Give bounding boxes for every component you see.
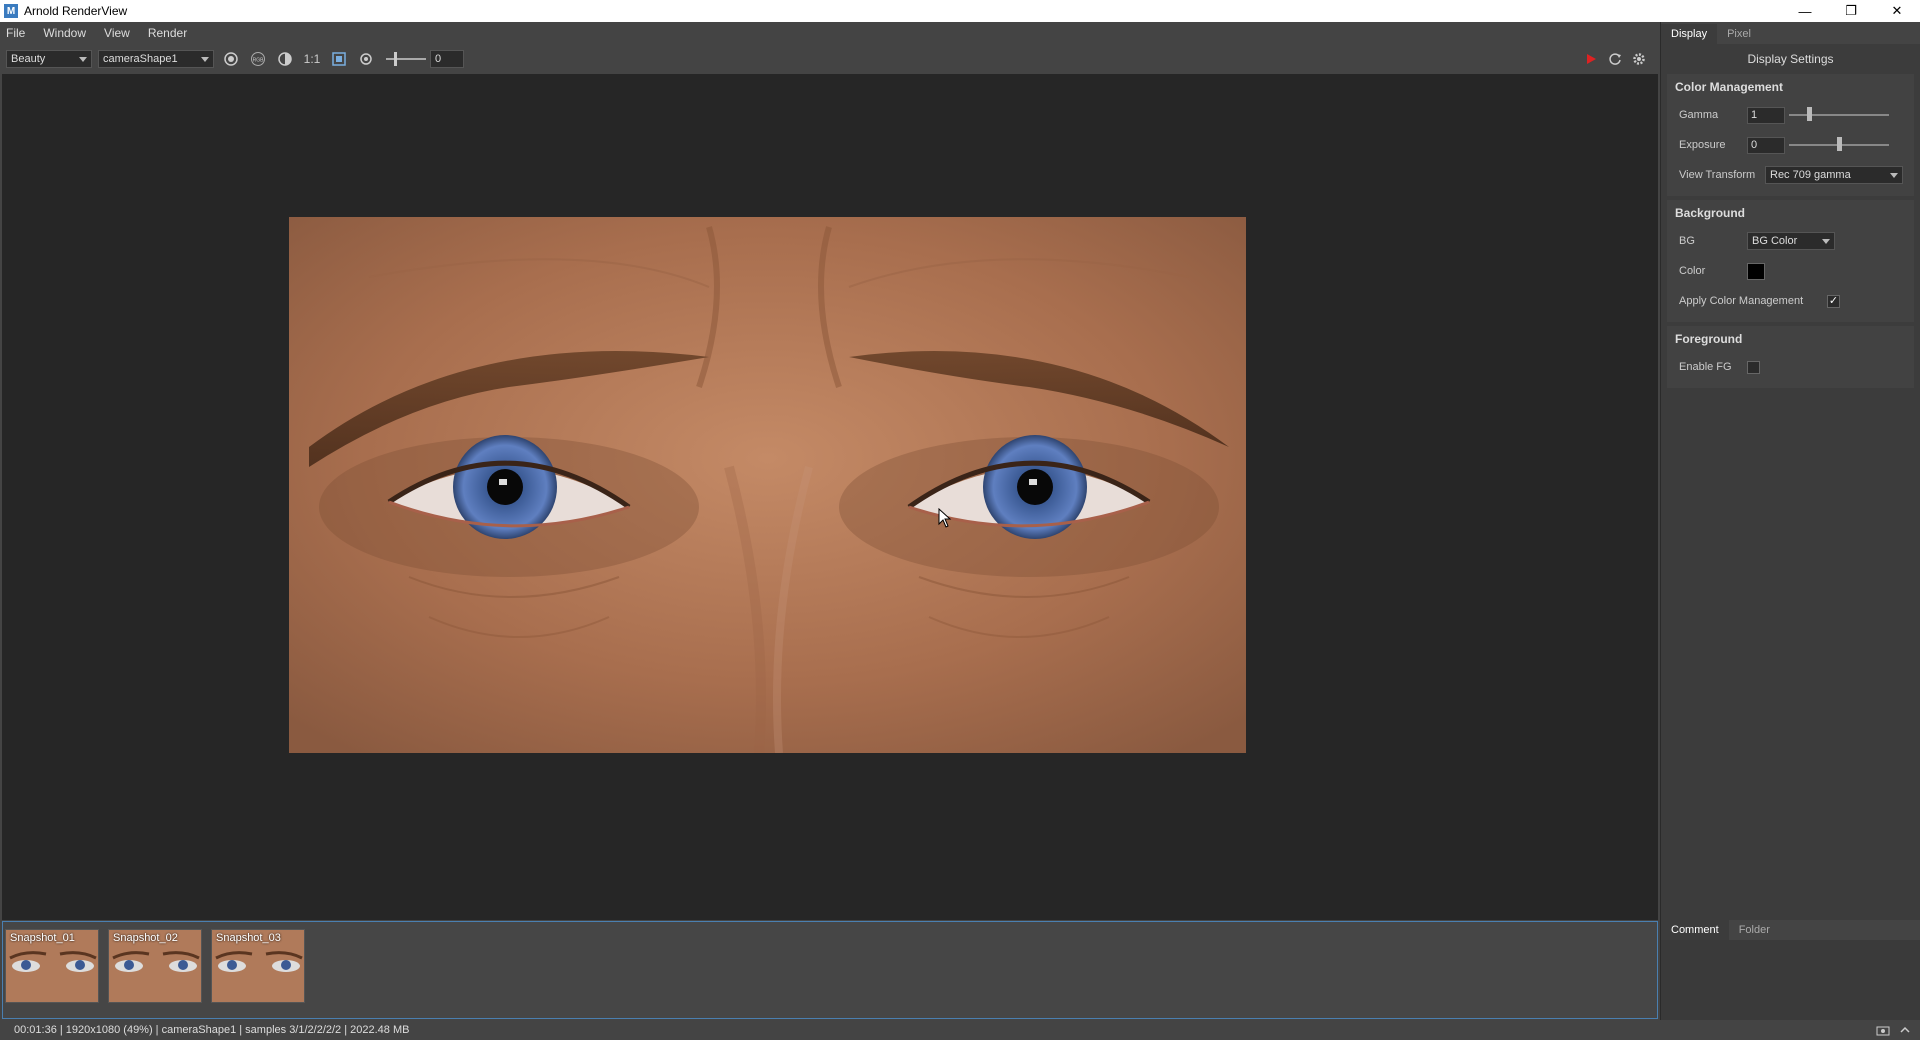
channel-display-icon[interactable] bbox=[220, 48, 242, 70]
snapshot-label: Snapshot_01 bbox=[10, 932, 75, 944]
bg-row: BG BG Color bbox=[1667, 226, 1914, 256]
apply-cm-label: Apply Color Management bbox=[1679, 295, 1804, 307]
apply-cm-row: Apply Color Management ✓ bbox=[1667, 286, 1914, 316]
chevron-down-icon bbox=[1822, 238, 1830, 244]
compare-icon[interactable] bbox=[274, 48, 296, 70]
view-transform-label: View Transform bbox=[1679, 169, 1756, 181]
section-header: Color Management bbox=[1675, 80, 1784, 94]
bg-select-value: BG Color bbox=[1752, 235, 1798, 247]
zoom-ratio-button[interactable]: 1:1 bbox=[301, 48, 323, 70]
mouse-cursor-icon bbox=[938, 508, 952, 528]
section-header: Background bbox=[1675, 206, 1746, 220]
exposure-icon[interactable] bbox=[355, 48, 377, 70]
enable-fg-label: Enable FG bbox=[1679, 361, 1732, 373]
rgb-channel-icon[interactable]: RGB bbox=[247, 48, 269, 70]
render-image[interactable] bbox=[289, 217, 1246, 753]
comment-area[interactable] bbox=[1661, 940, 1920, 1020]
gamma-label: Gamma bbox=[1679, 109, 1719, 121]
tab-display[interactable]: Display bbox=[1661, 24, 1718, 44]
exposure-label: Exposure bbox=[1679, 139, 1726, 151]
camera-select-value: cameraShape1 bbox=[103, 53, 178, 65]
svg-text:RGB: RGB bbox=[253, 58, 265, 64]
bg-label: BG bbox=[1679, 235, 1695, 247]
menu-view[interactable]: View bbox=[104, 26, 130, 40]
gamma-slider[interactable] bbox=[1789, 107, 1889, 121]
chevron-up-icon[interactable] bbox=[1898, 1023, 1912, 1037]
gamma-field[interactable]: 1 bbox=[1747, 106, 1785, 124]
section-header: Foreground bbox=[1675, 332, 1743, 346]
exposure-panel-slider[interactable] bbox=[1789, 137, 1889, 151]
slider-knob[interactable] bbox=[394, 52, 397, 66]
menu-bar: File Window View Render bbox=[0, 22, 1660, 44]
status-text: 00:01:36 | 1920x1080 (49%) | cameraShape… bbox=[14, 1024, 410, 1036]
bg-select[interactable]: BG Color bbox=[1747, 232, 1835, 250]
panel-title: Display Settings bbox=[1747, 52, 1834, 66]
exposure-field[interactable]: 0 bbox=[430, 50, 464, 68]
aov-select-value: Beauty bbox=[11, 53, 46, 65]
minimize-icon[interactable]: — bbox=[1782, 0, 1828, 22]
color-label: Color bbox=[1679, 265, 1706, 277]
chevron-down-icon bbox=[79, 56, 87, 62]
title-bar: M Arnold RenderView — ❐ ✕ bbox=[0, 0, 1920, 22]
exposure-row: Exposure 0 bbox=[1667, 130, 1914, 160]
snapshot-thumbnail[interactable]: Snapshot_03 bbox=[211, 929, 305, 1003]
enable-fg-row: Enable FG bbox=[1667, 352, 1914, 382]
camera-select[interactable]: cameraShape1 bbox=[98, 50, 214, 68]
app-icon: M bbox=[4, 4, 18, 18]
bottom-tabs: Comment Folder bbox=[1661, 920, 1920, 940]
enable-fg-checkbox[interactable] bbox=[1747, 360, 1760, 374]
menu-file[interactable]: File bbox=[6, 26, 25, 40]
color-management-section: Color Management Gamma 1 Exposure 0 View… bbox=[1667, 74, 1914, 196]
chevron-down-icon bbox=[201, 56, 209, 62]
bg-color-row: Color bbox=[1667, 256, 1914, 286]
snapshot-label: Snapshot_02 bbox=[113, 932, 178, 944]
snapshot-thumbnail[interactable]: Snapshot_02 bbox=[108, 929, 202, 1003]
color-swatch[interactable] bbox=[1747, 262, 1765, 280]
toolbar-right bbox=[1580, 48, 1652, 70]
snapshot-label: Snapshot_03 bbox=[216, 932, 281, 944]
status-icons bbox=[1868, 1023, 1912, 1037]
tab-comment[interactable]: Comment bbox=[1661, 920, 1729, 940]
exposure-slider[interactable] bbox=[386, 52, 426, 66]
menu-window[interactable]: Window bbox=[43, 26, 86, 40]
refresh-icon[interactable] bbox=[1604, 48, 1626, 70]
gamma-row: Gamma 1 bbox=[1667, 100, 1914, 130]
chevron-down-icon bbox=[1890, 172, 1898, 178]
tab-pixel[interactable]: Pixel bbox=[1717, 24, 1761, 44]
aov-select[interactable]: Beauty bbox=[6, 50, 92, 68]
menu-render[interactable]: Render bbox=[148, 26, 187, 40]
gear-icon[interactable] bbox=[1628, 48, 1650, 70]
snapshot-camera-icon[interactable] bbox=[1876, 1023, 1890, 1037]
status-bar: 00:01:36 | 1920x1080 (49%) | cameraShape… bbox=[0, 1020, 1920, 1040]
close-icon[interactable]: ✕ bbox=[1874, 0, 1920, 22]
slider-knob[interactable] bbox=[1807, 107, 1812, 121]
snapshot-strip: Snapshot_01 Snapshot_02 Snapshot_03 bbox=[2, 921, 1658, 1019]
slider-knob[interactable] bbox=[1837, 137, 1842, 151]
view-transform-value: Rec 709 gamma bbox=[1770, 169, 1851, 181]
apply-cm-checkbox[interactable]: ✓ bbox=[1827, 294, 1840, 308]
view-transform-select[interactable]: Rec 709 gamma bbox=[1765, 166, 1903, 184]
window-title: Arnold RenderView bbox=[24, 4, 128, 18]
panel-tabs: Display Pixel bbox=[1661, 22, 1920, 44]
view-transform-row: View Transform Rec 709 gamma bbox=[1667, 160, 1914, 190]
window-controls: — ❐ ✕ bbox=[1782, 0, 1920, 22]
crop-region-icon[interactable] bbox=[328, 48, 350, 70]
background-section: Background BG BG Color Color Apply Color… bbox=[1667, 200, 1914, 322]
toolbar: Beauty cameraShape1 RGB 1:1 0 bbox=[0, 44, 1660, 74]
play-render-icon[interactable] bbox=[1580, 48, 1602, 70]
foreground-section: Foreground Enable FG bbox=[1667, 326, 1914, 388]
snapshot-thumbnail[interactable]: Snapshot_01 bbox=[5, 929, 99, 1003]
restore-icon[interactable]: ❐ bbox=[1828, 0, 1874, 22]
exposure-input[interactable]: 0 bbox=[1747, 136, 1785, 154]
tab-folder[interactable]: Folder bbox=[1729, 920, 1780, 940]
settings-panel: Display Pixel Display Settings Color Man… bbox=[1660, 22, 1920, 1020]
render-viewport[interactable] bbox=[2, 74, 1658, 920]
